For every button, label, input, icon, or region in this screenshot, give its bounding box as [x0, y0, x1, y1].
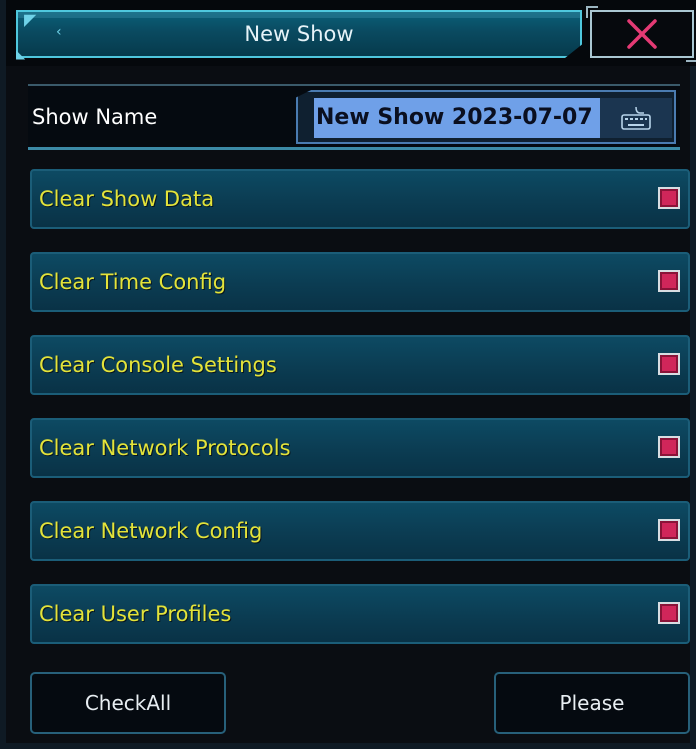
option-clear-user-profiles[interactable]: Clear User Profiles: [30, 584, 690, 644]
option-clear-show-data[interactable]: Clear Show Data: [30, 169, 690, 229]
check-all-button[interactable]: CheckAll: [30, 672, 226, 734]
option-label: Clear User Profiles: [39, 602, 232, 626]
keyboard-icon: [621, 106, 651, 130]
option-checkbox[interactable]: [658, 436, 680, 458]
option-clear-network-protocols[interactable]: Clear Network Protocols: [30, 418, 690, 478]
corner-chevron-icon: ‹: [56, 24, 62, 40]
title-bar: New Show ◤ ‹ ◣: [6, 0, 696, 66]
new-show-dialog: New Show ◤ ‹ ◣ Show Name New Show 2023-0…: [0, 0, 696, 749]
option-label: Clear Show Data: [39, 187, 215, 211]
option-checkbox[interactable]: [658, 602, 680, 624]
corner-bracket-bottom-icon: ◣: [16, 47, 26, 61]
option-checkbox[interactable]: [658, 187, 680, 209]
confirm-button[interactable]: Please: [494, 672, 690, 734]
option-label: Clear Network Config: [39, 519, 263, 543]
option-clear-network-config[interactable]: Clear Network Config: [30, 501, 690, 561]
keyboard-button[interactable]: [600, 98, 672, 138]
option-clear-console-settings[interactable]: Clear Console Settings: [30, 335, 690, 395]
corner-bracket-icon: ◤: [24, 10, 37, 29]
show-name-row: Show Name New Show 2023-07-07: [28, 84, 680, 150]
show-name-label: Show Name: [32, 105, 158, 129]
option-label: Clear Network Protocols: [39, 436, 291, 460]
show-name-input[interactable]: New Show 2023-07-07: [314, 98, 600, 138]
option-checkbox[interactable]: [658, 353, 680, 375]
option-label: Clear Console Settings: [39, 353, 277, 377]
option-checkbox[interactable]: [658, 519, 680, 541]
option-clear-time-config[interactable]: Clear Time Config: [30, 252, 690, 312]
option-checkbox[interactable]: [658, 270, 680, 292]
close-button[interactable]: [586, 6, 696, 62]
option-label: Clear Time Config: [39, 270, 227, 294]
dialog-title: New Show: [244, 22, 354, 46]
close-x-icon: [627, 19, 657, 49]
